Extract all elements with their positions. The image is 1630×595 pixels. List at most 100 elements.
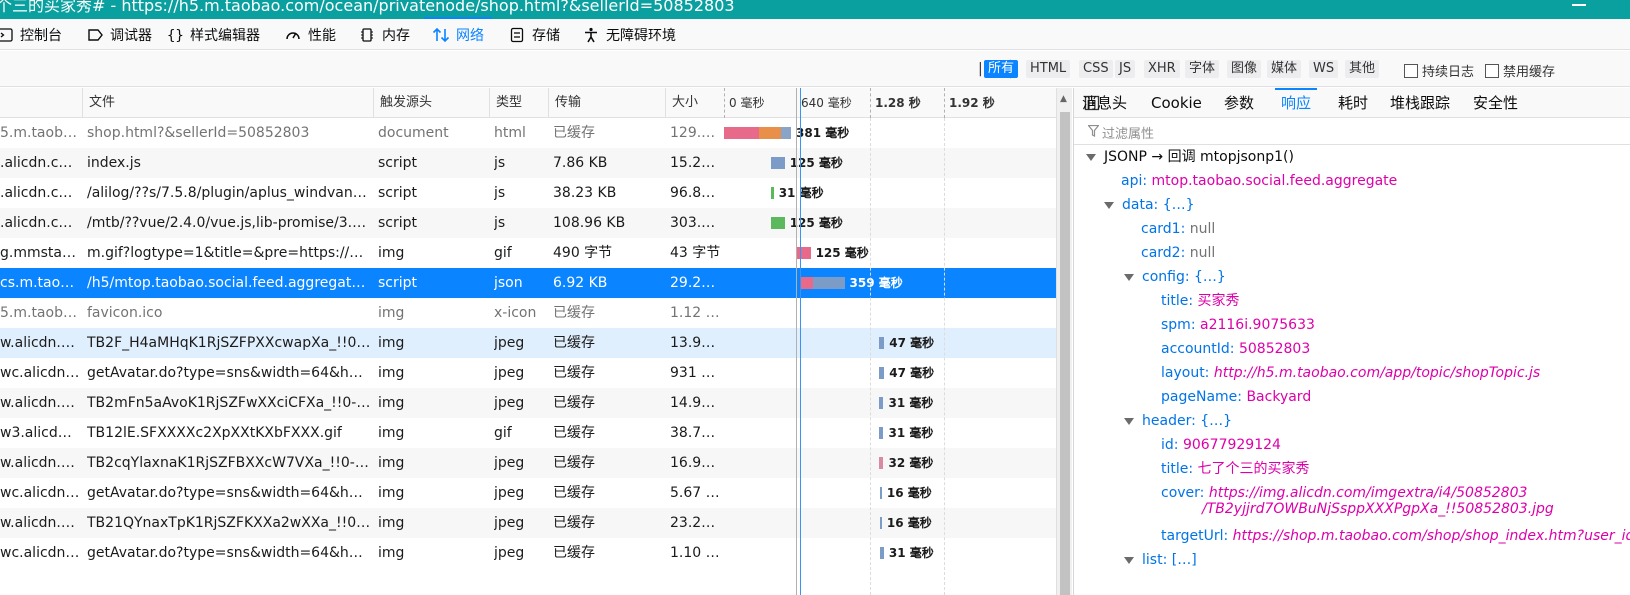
json-property-row[interactable]: spm: a2116i.9075633: [1161, 313, 1315, 337]
expand-toggle-icon[interactable]: [1104, 201, 1114, 209]
json-property-row[interactable]: data: {…}: [1104, 193, 1195, 217]
json-value: {…}: [1200, 413, 1233, 429]
jsonp-callback-node[interactable]: JSONP → 回调 mtopjsonp1(): [1086, 145, 1294, 169]
json-property-row[interactable]: title: 七了个三的买家秀: [1161, 457, 1310, 481]
tool-tab-5[interactable]: 网络: [424, 17, 492, 50]
scrollbar-thumb[interactable]: [1060, 112, 1070, 595]
details-tab[interactable]: 耗时: [1338, 88, 1368, 118]
json-value-continuation: /TB2yjjrd7OWBuNjSsppXXXPgpXa_!!50852803.…: [1202, 497, 1554, 521]
tool-tab-2[interactable]: {} 样式编辑器: [166, 19, 260, 50]
filter-type-button[interactable]: 字体: [1185, 60, 1220, 78]
request-row[interactable]: .alicdn.com/mtb/??vue/2.4.0/vue.js,lib-p…: [0, 208, 1056, 238]
request-initiator-cell: img: [378, 425, 405, 441]
filter-type-button[interactable]: WS: [1309, 60, 1339, 78]
tool-tab-1[interactable]: 调试器: [86, 19, 152, 50]
details-tab[interactable]: 参数: [1224, 88, 1254, 118]
json-key: card1:: [1141, 221, 1186, 237]
waterfall-tick-label: 1.92 秒: [944, 88, 995, 118]
tool-tab-4[interactable]: 内存: [358, 19, 410, 50]
accessibility-icon: [582, 26, 600, 44]
waterfall-tick-label: 0 毫秒: [724, 88, 764, 118]
filter-type-button[interactable]: CSS: [1079, 60, 1113, 78]
filter-type-button[interactable]: 图像: [1227, 60, 1262, 78]
json-property-row[interactable]: list: […]: [1124, 548, 1197, 572]
tool-tab-label: 性能: [308, 27, 336, 44]
json-property-row[interactable]: card1: null: [1141, 217, 1215, 241]
filter-type-button[interactable]: 其他: [1345, 60, 1380, 78]
expand-toggle-icon[interactable]: [1124, 273, 1134, 281]
column-initiator[interactable]: 触发源头: [373, 88, 489, 118]
waterfall-bar-segment: [724, 127, 759, 139]
json-property-row[interactable]: config: {…}: [1124, 265, 1226, 289]
column-size[interactable]: 大小: [665, 88, 724, 118]
tool-tab-6[interactable]: 存储: [508, 19, 560, 50]
request-row[interactable]: wc.alicdn.c... getAvatar.do?type=sns&widt…: [0, 358, 1056, 388]
json-property-row[interactable]: header: {…}: [1124, 409, 1232, 433]
expand-toggle-icon[interactable]: [1124, 556, 1134, 564]
request-row[interactable]: cs.m.taoba... /h5/mtop.taobao.social.feed…: [0, 268, 1056, 298]
request-file-cell: index.js: [87, 155, 141, 171]
request-size-cell: 931 字...: [670, 365, 722, 381]
persist-log-checkbox[interactable]: 持续日志: [1404, 61, 1474, 80]
request-initiator-cell: document: [378, 125, 449, 141]
details-tab[interactable]: Cookie: [1151, 88, 1202, 118]
debugger-icon: [86, 26, 104, 44]
checkbox-box[interactable]: [1404, 63, 1418, 78]
waterfall-time-label: 381 毫秒: [796, 126, 850, 140]
json-property-row[interactable]: pageName: Backyard: [1161, 385, 1311, 409]
waterfall-bar-segment: [879, 487, 882, 499]
column-type[interactable]: 类型: [489, 88, 548, 118]
request-row[interactable]: w.alicdn.com TB2cqYlaxnaK1RjSZFBXXcW7VXa_…: [0, 448, 1056, 478]
waterfall-time-label: 125 毫秒: [789, 216, 843, 230]
details-tab[interactable]: 安全性: [1473, 88, 1518, 118]
column-domain[interactable]: [0, 88, 82, 118]
request-list-header: 文件 触发源头 类型 传输 大小 0 毫秒 640 毫秒 1.28 秒 1.92 秒: [0, 88, 1056, 118]
json-property-row[interactable]: card2: null: [1141, 241, 1215, 265]
expand-toggle-icon[interactable]: [1086, 153, 1096, 161]
tool-tab-3[interactable]: 性能: [284, 19, 336, 50]
filter-properties-input[interactable]: 过滤属性: [1102, 123, 1154, 142]
request-row[interactable]: w.alicdn.com TB2mFn5aAvoK1RjSZFwXXciCFXa_…: [0, 388, 1056, 418]
tool-tab-7[interactable]: 无障碍环境: [582, 19, 676, 50]
scroll-up-icon[interactable]: ▲: [1060, 94, 1067, 104]
tool-tab-0[interactable]: 控制台: [0, 19, 62, 50]
request-row[interactable]: 5.m.taobao... favicon.ico img x-icon 已缓存 1.12…: [0, 298, 1056, 328]
filter-type-button[interactable]: 媒体: [1267, 60, 1302, 78]
request-transferred-cell: 7.86 KB: [553, 155, 608, 171]
request-list-scrollbar[interactable]: ▲: [1056, 88, 1072, 595]
filter-type-button[interactable]: HTML: [1026, 60, 1071, 78]
json-property-row[interactable]: title: 买家秀: [1161, 289, 1240, 313]
request-size-cell: 1.12 KB: [670, 305, 722, 321]
request-domain-cell: w.alicdn.com: [0, 335, 80, 351]
json-property-row[interactable]: id: 90677929124: [1161, 433, 1281, 457]
request-domain-cell: .alicdn.com: [0, 215, 80, 231]
checkbox-box[interactable]: [1485, 63, 1499, 78]
filter-type-button[interactable]: 所有: [984, 60, 1019, 78]
json-property-row[interactable]: api: mtop.taobao.social.feed.aggregate: [1121, 169, 1397, 193]
minimize-icon[interactable]: [1572, 4, 1586, 6]
expand-toggle-icon[interactable]: [1124, 417, 1134, 425]
request-row[interactable]: w.alicdn.com TB2F_H4aMHqK1RjSZFPXXcwapXa_…: [0, 328, 1056, 358]
request-row[interactable]: w3.alicdn.c... TB12lE.SFXXXXc2XpXXtKXbFXX…: [0, 418, 1056, 448]
details-tab[interactable]: 响应: [1274, 88, 1318, 118]
request-row[interactable]: .alicdn.com index.js script js 7.86 KB 15.23 …: [0, 148, 1056, 178]
request-domain-cell: g.mmstat.c...: [0, 245, 80, 261]
json-property-row[interactable]: targetUrl: https://shop.m.taobao.com/sho…: [1161, 524, 1630, 548]
disable-cache-checkbox[interactable]: 禁用缓存: [1485, 61, 1555, 80]
request-row[interactable]: .alicdn.com/alilog/??s/7.5.8/plugin/aplu…: [0, 178, 1056, 208]
json-value: null: [1189, 221, 1216, 237]
request-row[interactable]: 5.m.taobao... shop.html?&sellerId=5085280…: [0, 118, 1056, 148]
filter-type-button[interactable]: JS: [1115, 60, 1136, 78]
waterfall-time-label: 31 毫秒: [888, 546, 934, 560]
filter-type-button[interactable]: XHR: [1144, 60, 1180, 78]
column-file[interactable]: 文件: [82, 88, 373, 118]
request-row[interactable]: wc.alicdn.c... getAvatar.do?type=sns&widt…: [0, 538, 1056, 568]
request-row[interactable]: g.mmstat.c... m.gif?logtype=1&title=&pre=…: [0, 238, 1056, 268]
request-row[interactable]: wc.alicdn.c... getAvatar.do?type=sns&widt…: [0, 478, 1056, 508]
details-tab[interactable]: 堆栈跟踪: [1390, 88, 1450, 118]
request-row[interactable]: w.alicdn.com TB21QYnaxTpK1RjSZFKXXa2wXXa_…: [0, 508, 1056, 538]
details-tab[interactable]: 消息头: [1082, 88, 1127, 118]
json-property-row[interactable]: accountId: 50852803: [1161, 337, 1310, 361]
json-property-row[interactable]: layout: http://h5.m.taobao.com/app/topic…: [1161, 361, 1540, 385]
column-transferred[interactable]: 传输: [548, 88, 665, 118]
